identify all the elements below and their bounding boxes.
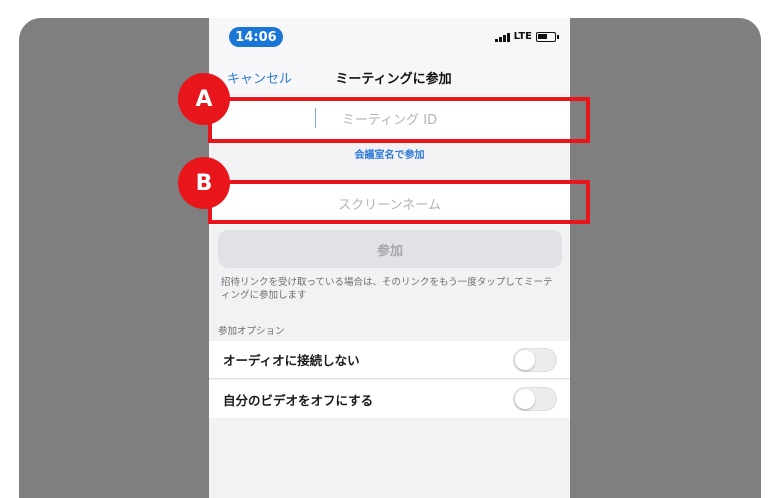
status-indicators: LTE (494, 31, 559, 42)
battery-icon (536, 31, 559, 42)
network-type: LTE (513, 31, 532, 42)
highlight-box-a (208, 97, 590, 143)
page-title: ミーティングに参加 (335, 72, 452, 87)
status-time: 14:06 (229, 27, 283, 47)
join-by-room-name-link[interactable]: 会議室名で参加 (209, 146, 570, 161)
option-video-off-row: 自分のビデオをオフにする (209, 380, 570, 418)
join-button[interactable]: 参加 (218, 230, 562, 268)
phone-screen: 14:06 LTE キャンセル ミーティングに参加 ミーティング ID 会議室名… (209, 18, 570, 498)
video-off-toggle[interactable] (513, 387, 557, 411)
annotation-badge-a: A (178, 73, 230, 125)
option-no-audio-label: オーディオに接続しない (223, 353, 360, 368)
join-options-header: 参加オプション (218, 326, 285, 337)
option-no-audio-row: オーディオに接続しない (209, 341, 570, 379)
no-audio-toggle[interactable] (513, 347, 557, 372)
status-bar: 14:06 LTE (209, 18, 570, 58)
annotation-badge-b: B (178, 157, 230, 209)
highlight-box-b (208, 180, 590, 224)
option-video-off-label: 自分のビデオをオフにする (223, 392, 374, 408)
signal-icon (494, 32, 510, 42)
invite-link-hint: 招待リンクを受け取っている場合は、そのリンクをもう一度タップしてミーティングに参… (221, 277, 553, 301)
nav-bar: キャンセル ミーティングに参加 (209, 58, 570, 94)
